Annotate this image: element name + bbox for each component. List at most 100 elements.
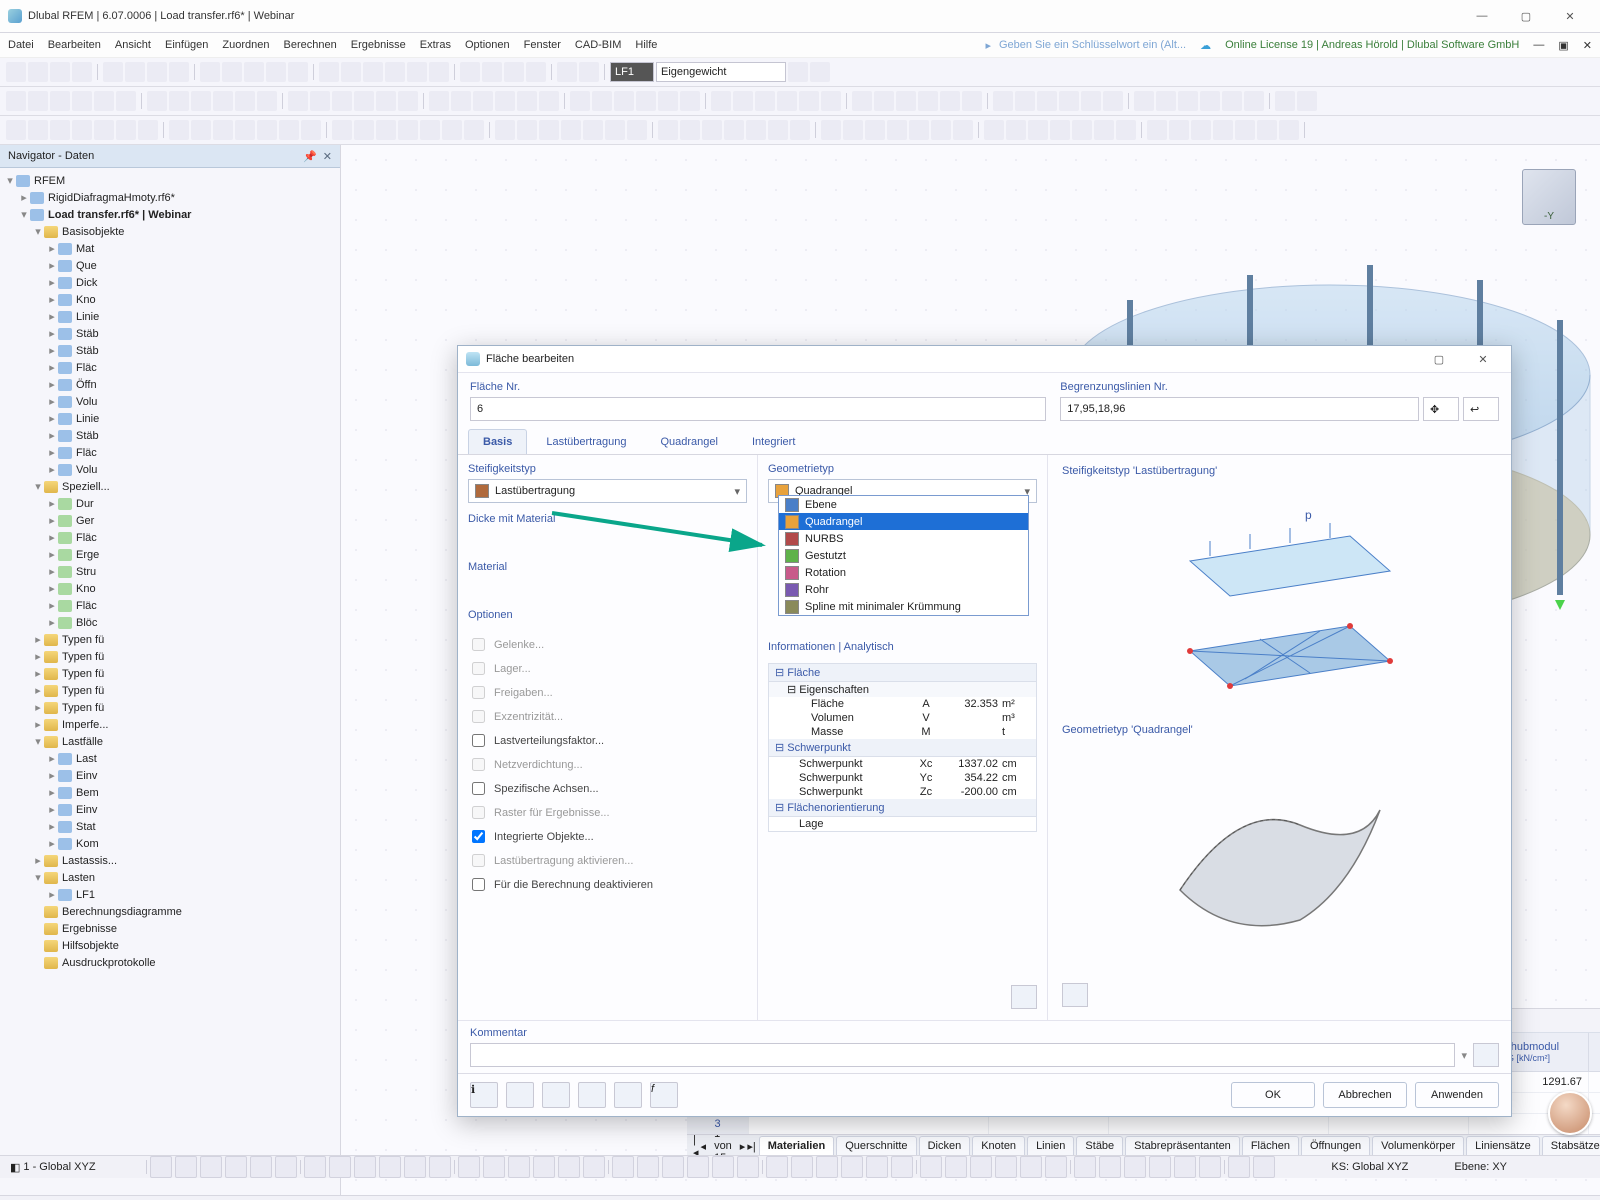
pick-lines-button[interactable]: ✥ [1423,397,1459,421]
keyword-input[interactable]: Geben Sie ein Schlüsselwort ein (Alt... [999,39,1186,51]
tb-item[interactable] [1134,91,1154,111]
tb-item[interactable] [442,120,462,140]
tb-item[interactable] [821,120,841,140]
tb-item[interactable] [636,91,656,111]
tree-node[interactable]: ▸Typen fü [0,682,340,699]
tb-item[interactable] [213,91,233,111]
tb-item[interactable] [627,120,647,140]
tb-item[interactable] [1015,91,1035,111]
tree-node[interactable]: Berechnungsdiagramme [0,903,340,920]
tree-node[interactable]: ▸Öffn [0,376,340,393]
close-button[interactable]: ✕ [1548,2,1592,30]
bottom-tool[interactable] [175,1156,197,1178]
table-tab[interactable]: Stabsätze [1542,1136,1600,1156]
tb-item[interactable] [169,62,189,82]
bottom-tool[interactable] [379,1156,401,1178]
tree-node[interactable]: ▸Stat [0,818,340,835]
tb-item[interactable] [407,62,427,82]
tb-item[interactable] [887,120,907,140]
tree-node[interactable]: ▸Typen fü [0,699,340,716]
bottom-tool[interactable] [1199,1156,1221,1178]
tree-node[interactable]: ▸Que [0,257,340,274]
tb-item[interactable] [235,120,255,140]
tree-node[interactable]: ▸Imperfe... [0,716,340,733]
bottom-tool[interactable] [1149,1156,1171,1178]
tb-item[interactable] [332,91,352,111]
tree-node[interactable]: ▸Linie [0,308,340,325]
bottom-tool[interactable] [583,1156,605,1178]
cell[interactable] [1329,1114,1469,1135]
table-tab[interactable]: Querschnitte [836,1136,916,1156]
table-tab[interactable]: Öffnungen [1301,1136,1370,1156]
tb-item[interactable] [257,120,277,140]
tb-item[interactable] [570,91,590,111]
tree-node[interactable]: ▾Basisobjekte [0,223,340,240]
bottom-tool[interactable] [816,1156,838,1178]
pin-icon[interactable]: 📌 [303,150,317,163]
tb-item[interactable] [257,91,277,111]
geometry-option[interactable]: Rohr [779,581,1028,598]
bottom-tool[interactable] [970,1156,992,1178]
tb-item[interactable] [138,120,158,140]
table-tab[interactable]: Knoten [972,1136,1025,1156]
tb-item[interactable] [1094,120,1114,140]
tb-item[interactable] [332,120,352,140]
tb-item[interactable] [451,91,471,111]
tb-item[interactable] [169,91,189,111]
cell[interactable] [989,1114,1109,1135]
tree-node[interactable]: ▸Fläc [0,597,340,614]
bottom-tool[interactable] [687,1156,709,1178]
tb-item[interactable] [354,120,374,140]
option-check[interactable]: Für die Berechnung deaktivieren [468,875,747,894]
bottom-tool[interactable] [1099,1156,1121,1178]
tb-item[interactable] [191,120,211,140]
tb-item[interactable] [116,120,136,140]
tb-item[interactable] [147,62,167,82]
tb-item[interactable] [724,120,744,140]
tb-item[interactable] [1059,91,1079,111]
tb-item[interactable] [1279,120,1299,140]
tb-item[interactable] [790,120,810,140]
tree-node[interactable]: ▸Ger [0,512,340,529]
panel-close-icon[interactable]: ✕ [323,150,332,163]
tb-item[interactable] [579,62,599,82]
tb-item[interactable] [191,91,211,111]
tb-item[interactable] [539,91,559,111]
tb-item[interactable] [1050,120,1070,140]
bottom-tool[interactable] [429,1156,451,1178]
tb-item[interactable] [235,91,255,111]
tb-item[interactable] [6,62,26,82]
lf-combo[interactable]: LF1 [610,62,654,82]
tab-basis[interactable]: Basis [468,429,527,454]
tb-item[interactable] [788,62,808,82]
tb-item[interactable] [557,62,577,82]
tb-item[interactable] [680,120,700,140]
menu-zuordnen[interactable]: Zuordnen [222,39,269,51]
tb-item[interactable] [810,62,830,82]
bottom-tool[interactable] [1253,1156,1275,1178]
tb-item[interactable] [169,120,189,140]
lf-name-combo[interactable]: Eigengewicht [656,62,786,82]
bottom-tool[interactable] [1074,1156,1096,1178]
tree-node[interactable]: ▸Einv [0,767,340,784]
footer-tool-6[interactable]: f [650,1082,678,1108]
tb-item[interactable] [702,120,722,140]
tree-node[interactable]: ▾RFEM [0,172,340,189]
bottom-tool[interactable] [329,1156,351,1178]
tb-item[interactable] [6,91,26,111]
layer-icon[interactable]: ◧ [10,1161,20,1174]
viewport[interactable]: -Y [341,145,1600,1195]
bottom-tool[interactable] [662,1156,684,1178]
tb-item[interactable] [526,62,546,82]
table-tab[interactable]: Linien [1027,1136,1074,1156]
tb-item[interactable] [605,120,625,140]
tree-node[interactable]: ▸Blöc [0,614,340,631]
tab-first-icon[interactable]: |◂ [693,1134,699,1157]
tb-item[interactable] [896,91,916,111]
tb-item[interactable] [473,91,493,111]
tree-node[interactable]: ▸Volu [0,461,340,478]
tb-item[interactable] [420,120,440,140]
tb-item[interactable] [72,62,92,82]
tab-last-icon[interactable]: ▸| [747,1140,755,1153]
assistant-avatar[interactable] [1548,1091,1592,1135]
